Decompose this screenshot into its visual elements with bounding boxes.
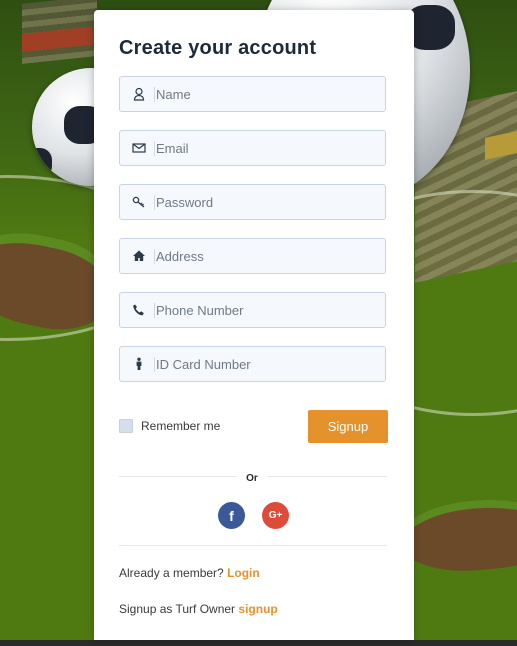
email-field[interactable]	[119, 130, 386, 166]
facebook-icon: f	[229, 507, 234, 524]
name-field[interactable]	[119, 76, 386, 112]
page-title: Create your account	[119, 37, 317, 59]
stand-banner	[22, 26, 97, 52]
phone-field[interactable]	[119, 292, 386, 328]
id-card-field[interactable]	[119, 346, 386, 382]
field-separator	[154, 357, 155, 372]
field-separator	[154, 87, 155, 102]
envelope-icon	[132, 141, 146, 155]
ground-patch-right	[396, 491, 517, 579]
turf-owner-signup-link[interactable]: signup	[238, 602, 277, 616]
google-plus-icon: G+	[268, 510, 283, 521]
google-plus-button[interactable]: G+	[262, 502, 289, 529]
field-separator	[154, 141, 155, 156]
phone-icon	[132, 303, 146, 317]
stand-banner	[485, 129, 517, 160]
turf-owner-prompt: Signup as Turf Owner signup	[119, 602, 278, 616]
remember-me[interactable]: Remember me	[119, 419, 220, 433]
password-input[interactable]	[156, 185, 378, 219]
home-icon	[132, 249, 146, 263]
name-input[interactable]	[156, 77, 378, 111]
address-input[interactable]	[156, 239, 378, 273]
field-separator	[154, 303, 155, 318]
signup-button[interactable]: Signup	[308, 410, 388, 443]
bottom-bar	[0, 640, 517, 646]
email-input[interactable]	[156, 131, 378, 165]
divider-bottom	[119, 545, 387, 546]
login-prompt: Already a member? Login	[119, 566, 260, 580]
or-separator: Or	[236, 462, 268, 494]
id-card-input[interactable]	[156, 347, 378, 381]
key-icon	[132, 195, 146, 209]
login-link[interactable]: Login	[227, 566, 260, 580]
facebook-button[interactable]: f	[218, 502, 245, 529]
phone-input[interactable]	[156, 293, 378, 327]
remember-checkbox[interactable]	[119, 419, 133, 433]
turf-owner-text: Signup as Turf Owner	[119, 602, 236, 616]
address-field[interactable]	[119, 238, 386, 274]
signup-card: Create your account Name Email Address P…	[94, 10, 414, 640]
field-separator	[154, 249, 155, 264]
already-member-text: Already a member?	[119, 566, 224, 580]
password-field[interactable]	[119, 184, 386, 220]
person-icon	[132, 357, 146, 371]
field-separator	[154, 195, 155, 210]
user-icon	[132, 87, 146, 101]
stadium-stand-left	[22, 0, 97, 64]
remember-label: Remember me	[141, 419, 221, 433]
